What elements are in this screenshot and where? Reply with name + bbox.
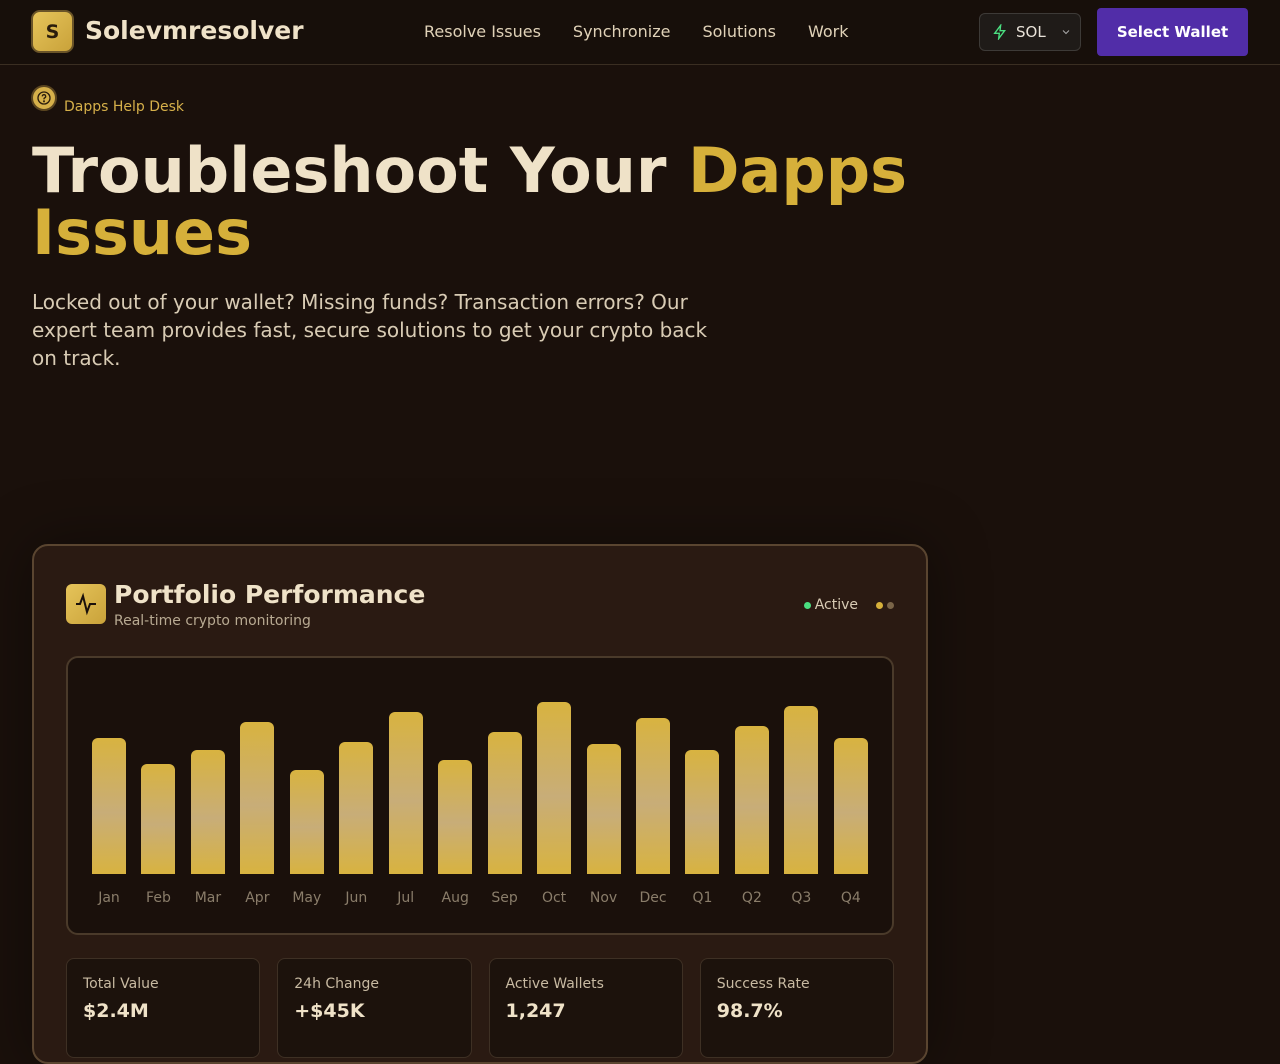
logo[interactable]: S	[31, 10, 74, 53]
stat-value: 1,247	[505, 1000, 566, 1022]
bar-nov	[586, 744, 621, 874]
stat-24h-change: 24h Change +$45K	[277, 958, 472, 1058]
stat-label: Active Wallets	[505, 976, 604, 992]
status-dot	[803, 601, 811, 609]
bar-chart: Jan Feb Mar Apr May Jun Jul Aug Sep Oct Nov Dec Q1 Q2…	[66, 656, 894, 935]
x-tick-label: Sep	[491, 890, 518, 906]
nav-link-solutions[interactable]: Solutions	[702, 22, 776, 41]
status-indicator: Active	[803, 597, 894, 613]
activity-icon	[66, 584, 106, 624]
help-desk-badge: Dapps Help Desk	[64, 99, 185, 115]
hero-lead: Locked out of your wallet? Missing funds…	[32, 290, 708, 370]
bar-may	[289, 770, 324, 874]
x-tick-label: Nov	[589, 890, 618, 906]
bar-feb	[141, 764, 176, 874]
bar-q2	[734, 726, 769, 874]
stat-label: 24h Change	[294, 976, 379, 992]
x-tick-label: Q3	[791, 890, 812, 906]
x-tick-label: Jun	[345, 890, 368, 906]
x-tick-label: May	[292, 890, 322, 906]
stat-value: +$45K	[294, 1000, 365, 1022]
x-tick-label: Feb	[146, 890, 171, 906]
bar-dec	[635, 718, 670, 874]
bar-oct	[537, 702, 572, 874]
bar-sep	[487, 732, 522, 874]
chevron-down-icon	[1062, 30, 1070, 35]
network-selector[interactable]: SOL	[979, 13, 1081, 51]
x-tick-label: Aug	[441, 890, 469, 906]
bar-jan	[92, 738, 126, 874]
card-subtitle: Real-time crypto monitoring	[114, 613, 311, 629]
portfolio-card: Portfolio Performance Real-time crypto m…	[32, 544, 928, 1064]
bar-apr	[240, 722, 275, 874]
nav-link-resolve[interactable]: Resolve Issues	[424, 22, 541, 41]
card-title: Portfolio Performance	[114, 580, 426, 609]
stat-value: 98.7%	[716, 1000, 783, 1022]
status-label: Active	[814, 597, 858, 613]
stat-label: Total Value	[83, 976, 159, 992]
stat-active-wallets: Active Wallets 1,247	[488, 958, 683, 1058]
nav-links: Resolve Issues Synchronize Solutions Wor…	[424, 22, 849, 41]
select-wallet-button[interactable]: Select Wallet	[1097, 8, 1248, 56]
bar-q3	[784, 706, 819, 874]
x-tick-label: Mar	[194, 890, 222, 906]
stat-total-value: Total Value $2.4M	[66, 958, 261, 1058]
brand-name[interactable]: Solevmresolver	[85, 16, 304, 45]
stat-label: Success Rate	[716, 976, 810, 992]
stats-row: Total Value $2.4M 24h Change +$45K Active …	[66, 958, 894, 1058]
x-tick-label: Q1	[692, 890, 713, 906]
top-nav: S Solevmresolver Resolve Issues Synchron…	[0, 0, 1280, 65]
x-tick-label: Q2	[741, 890, 762, 906]
bar-aug	[438, 760, 473, 874]
help-icon	[31, 85, 57, 111]
nav-link-work[interactable]: Work	[808, 22, 849, 41]
nav-link-synchronize[interactable]: Synchronize	[573, 22, 671, 41]
lightning-icon	[993, 24, 1006, 40]
x-tick-label: Jan	[98, 890, 120, 906]
bar-q1	[685, 750, 720, 874]
indicator-dot	[887, 601, 894, 609]
logo-letter: S	[45, 20, 60, 43]
stat-value: $2.4M	[83, 1000, 149, 1022]
x-tick-label: Apr	[245, 890, 270, 906]
bar-jun	[339, 742, 374, 874]
bars	[92, 672, 868, 874]
x-tick-label: Oct	[541, 890, 567, 906]
network-label: SOL	[1016, 23, 1046, 41]
indicator-dot	[876, 601, 883, 609]
bar-mar	[190, 750, 225, 874]
x-tick-label: Jul	[397, 890, 415, 906]
bar-q4	[833, 738, 868, 874]
x-tick-label: Q4	[840, 890, 861, 906]
stat-success-rate: Success Rate 98.7%	[699, 958, 894, 1058]
bar-jul	[388, 712, 423, 874]
x-tick-label: Dec	[639, 890, 667, 906]
x-axis-labels: Jan Feb Mar Apr May Jun Jul Aug Sep Oct Nov Dec Q1 Q2…	[92, 890, 868, 906]
hero-title: Troubleshoot Your Dapps Issues	[32, 140, 932, 264]
